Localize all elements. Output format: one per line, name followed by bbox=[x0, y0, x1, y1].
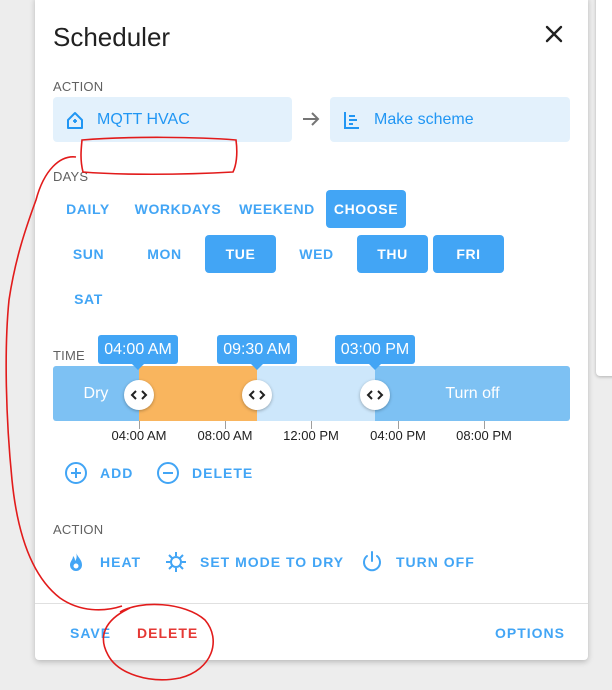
drag-arrows-icon bbox=[366, 390, 384, 400]
timeline-handle-3[interactable] bbox=[360, 380, 390, 410]
turn-off-label: TURN OFF bbox=[396, 554, 475, 570]
service-chip[interactable]: Make scheme bbox=[330, 97, 570, 142]
weekday-sun[interactable]: SUN bbox=[53, 235, 124, 273]
weekday-tue[interactable]: TUE bbox=[205, 235, 276, 273]
delete-label: DELETE bbox=[192, 465, 254, 481]
action-turn-off-button[interactable]: TURN OFF bbox=[360, 550, 475, 574]
dialog-title: Scheduler bbox=[53, 22, 171, 52]
timeline-segment-empty[interactable] bbox=[257, 366, 375, 421]
weekday-thu[interactable]: THU bbox=[357, 235, 428, 273]
home-icon bbox=[67, 111, 83, 129]
days-mode-daily[interactable]: DAILY bbox=[58, 190, 118, 228]
days-mode-weekend[interactable]: WEEKEND bbox=[237, 190, 317, 228]
time-tick-label: 08:00 PM bbox=[456, 428, 512, 443]
drag-arrows-icon bbox=[248, 390, 266, 400]
action-section-label-2: ACTION bbox=[53, 522, 104, 537]
action-set-mode-dry-button[interactable]: SET MODE TO DRY bbox=[164, 550, 344, 574]
days-mode-choose[interactable]: CHOOSE bbox=[326, 190, 406, 228]
scheme-icon bbox=[344, 111, 359, 129]
background-card bbox=[596, 0, 612, 376]
marker-tooltip-3: 03:00 PM bbox=[335, 335, 415, 370]
time-tick-label: 08:00 AM bbox=[197, 428, 253, 443]
time-tick-label: 04:00 AM bbox=[111, 428, 167, 443]
set-mode-dry-label: SET MODE TO DRY bbox=[200, 554, 345, 570]
time-tick-label: 04:00 PM bbox=[370, 428, 426, 443]
weekday-mon[interactable]: MON bbox=[129, 235, 200, 273]
time-tick-label: 12:00 PM bbox=[283, 428, 339, 443]
close-icon[interactable] bbox=[540, 20, 568, 48]
power-icon bbox=[363, 551, 381, 572]
footer-divider bbox=[35, 603, 588, 604]
timeline-segment-heat[interactable] bbox=[139, 366, 257, 421]
timeline-handle-2[interactable] bbox=[242, 380, 272, 410]
days-mode-workdays[interactable]: WORKDAYS bbox=[133, 190, 223, 228]
weekday-wed[interactable]: WED bbox=[281, 235, 352, 273]
action-section-label: ACTION bbox=[53, 79, 104, 94]
timeline-handle-1[interactable] bbox=[124, 380, 154, 410]
delete-button[interactable]: DELETE bbox=[137, 625, 198, 641]
plus-circle-icon bbox=[65, 462, 87, 484]
weekday-fri[interactable]: FRI bbox=[433, 235, 504, 273]
marker-tooltip-1: 04:00 AM bbox=[98, 335, 178, 370]
entity-label: MQTT HVAC bbox=[97, 110, 190, 128]
weekday-sat[interactable]: SAT bbox=[53, 280, 124, 318]
service-label: Make scheme bbox=[374, 110, 474, 128]
minus-circle-icon bbox=[157, 462, 179, 484]
save-button[interactable]: SAVE bbox=[70, 625, 111, 641]
entity-chip[interactable]: MQTT HVAC bbox=[53, 97, 292, 142]
timeline-segment-turn-off[interactable]: Turn off bbox=[375, 366, 570, 421]
heat-label: HEAT bbox=[100, 554, 142, 570]
add-timeslot-button[interactable]: ADD bbox=[64, 461, 133, 485]
days-section-label: DAYS bbox=[53, 169, 89, 184]
action-heat-button[interactable]: HEAT bbox=[64, 550, 141, 574]
arrow-right-icon bbox=[303, 112, 320, 126]
add-label: ADD bbox=[100, 465, 134, 481]
marker-tooltip-2: 09:30 AM bbox=[217, 335, 297, 370]
gear-sync-icon bbox=[166, 552, 186, 572]
delete-timeslot-button[interactable]: DELETE bbox=[156, 461, 253, 485]
drag-arrows-icon bbox=[130, 390, 148, 400]
time-section-label: TIME bbox=[53, 348, 85, 363]
fire-icon bbox=[70, 552, 82, 571]
options-button[interactable]: OPTIONS bbox=[495, 625, 565, 641]
